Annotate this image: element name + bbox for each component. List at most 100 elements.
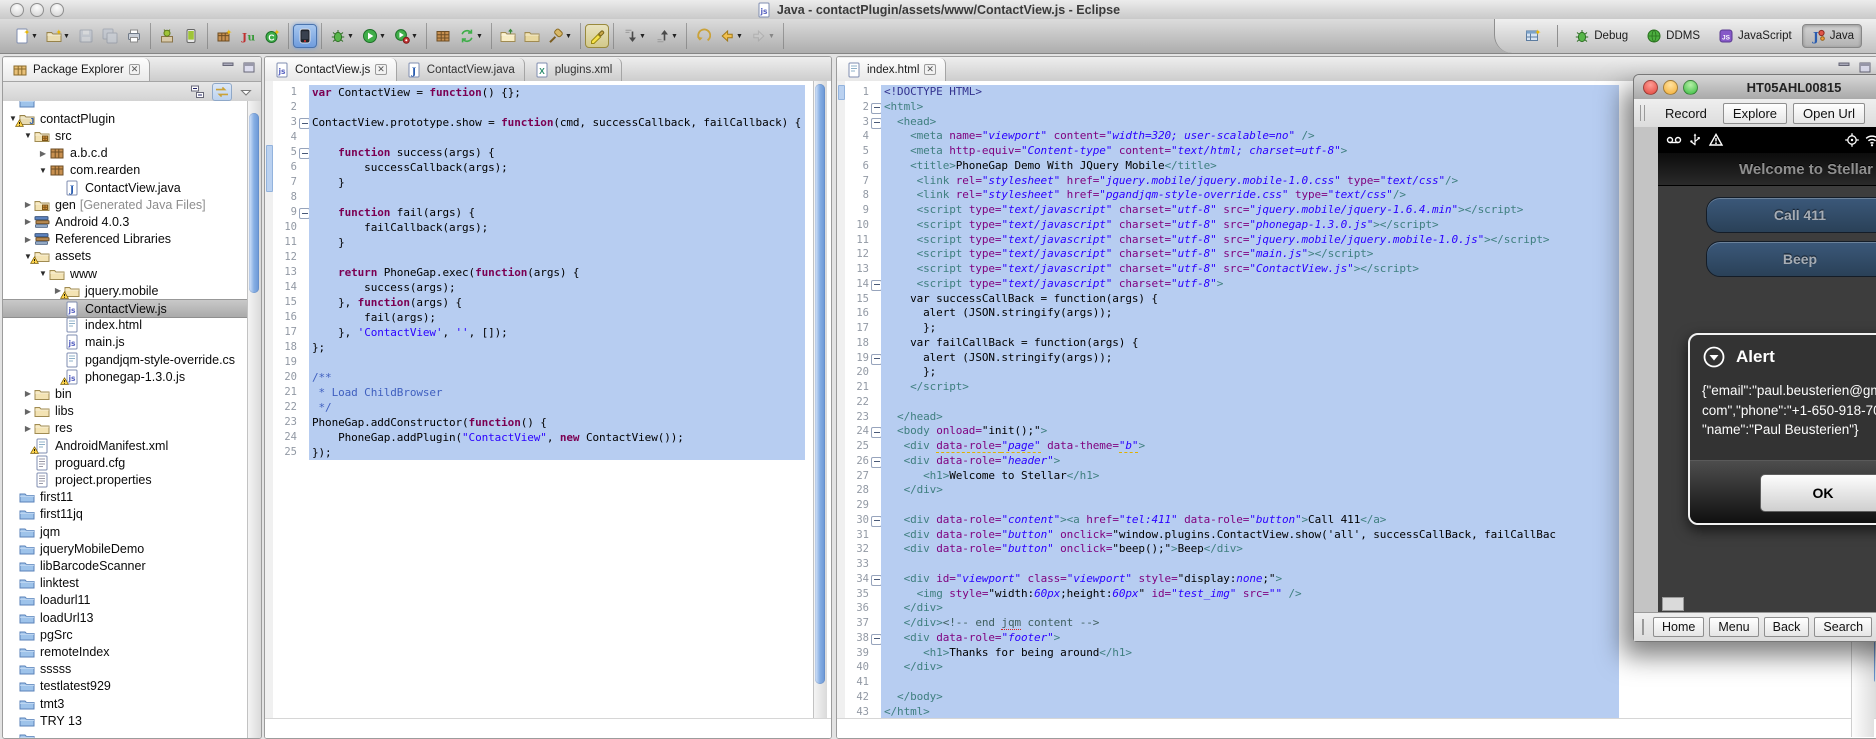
device-key-home[interactable]: Home (1653, 617, 1705, 637)
tree-item-try-13[interactable]: TRY 13 (3, 712, 248, 729)
tree-item-libbarcodescanner[interactable]: libBarcodeScanner (3, 557, 248, 574)
tree-item-first11[interactable]: first11 (3, 489, 248, 506)
android-sdk-manager-button[interactable] (155, 24, 179, 48)
chevron-down-icon[interactable]: ▼ (736, 33, 743, 40)
tab-plugins.xml[interactable]: Xplugins.xml (525, 58, 623, 81)
tree-item-index.html[interactable]: index.html (3, 317, 248, 334)
tree-item-loadurl13[interactable]: loadUrl13 (3, 609, 248, 626)
closed-folder-button[interactable] (520, 24, 544, 48)
ok-button[interactable]: OK (1760, 474, 1876, 512)
open-folder-button[interactable] (496, 24, 520, 48)
code-area[interactable]: <!DOCTYPE HTML> <html> <head> <meta name=… (881, 81, 1619, 738)
tree-item-jquery.mobile[interactable]: ▶ jquery.mobile (3, 282, 248, 299)
search-brush-button[interactable]: ▼ (544, 24, 576, 48)
collapsed-arrow-icon[interactable]: ▶ (22, 200, 34, 209)
tree-item-first11jq[interactable]: first11jq (3, 506, 248, 523)
new-wizard-button[interactable]: ✦ ▼ (10, 24, 42, 48)
new-project-button[interactable]: ✦ ▼ (42, 24, 74, 48)
tree-item-main.js[interactable]: js main.js (3, 334, 248, 351)
maximize-editor-icon[interactable] (1858, 61, 1872, 74)
device-key-search[interactable]: Search (1814, 617, 1873, 637)
prev-annotation-button[interactable]: ▼ (650, 24, 682, 48)
link-with-editor-button[interactable] (212, 82, 232, 101)
highlighter-button[interactable] (585, 24, 609, 48)
collapsed-arrow-icon[interactable]: ▶ (22, 424, 34, 433)
new-java-package-button[interactable]: ✦ (212, 24, 236, 48)
tree-item-testlatest929[interactable]: testlatest929 (3, 678, 248, 695)
chevron-down-icon[interactable]: ▼ (671, 33, 678, 40)
toolbar-drag-handle[interactable] (1642, 619, 1644, 635)
device-key-menu[interactable]: Menu (1709, 617, 1759, 637)
minimize-view-icon[interactable] (221, 61, 235, 74)
editor-scrollbar[interactable] (813, 81, 827, 738)
close-tab-icon[interactable]: ✕ (375, 64, 387, 75)
tree-item-libs[interactable]: ▶ libs (3, 403, 248, 420)
phone-button-beep[interactable]: Beep (1706, 241, 1876, 277)
collapsed-arrow-icon[interactable]: ▶ (37, 149, 49, 158)
print-button[interactable] (122, 24, 146, 48)
explore-button[interactable]: Explore (1722, 102, 1787, 124)
close-window-button[interactable] (1643, 80, 1658, 95)
expanded-arrow-icon[interactable]: ▼ (37, 166, 49, 175)
tree-item-pgandjqm-style-override.cs[interactable]: pgandjqm-style-override.cs (3, 351, 248, 368)
tree-item-src[interactable]: ▼ src (3, 127, 248, 144)
perspective-debug-button[interactable]: Debug (1566, 24, 1636, 48)
tab-contactview.js[interactable]: js ContactView.js ✕ (265, 58, 397, 81)
close-tab-icon[interactable]: ✕ (924, 64, 936, 75)
screen-capture-button[interactable] (293, 24, 317, 48)
chevron-down-icon[interactable]: ▼ (639, 33, 646, 40)
tree-item-proguard.cfg[interactable]: proguard.cfg (3, 454, 248, 471)
tree-item-loadurl11[interactable]: loadurl11 (3, 592, 248, 609)
perspective-javascript-button[interactable]: JS JavaScript (1710, 24, 1800, 48)
tree-item-contactview.js[interactable]: js ContactView.js (3, 299, 248, 319)
save-button[interactable] (74, 24, 98, 48)
chevron-down-icon[interactable]: ▼ (565, 33, 572, 40)
tree-item-linktest[interactable]: linktest (3, 575, 248, 592)
chevron-down-icon[interactable]: ▼ (476, 33, 483, 40)
device-window-titlebar[interactable]: HT05AHL00815 (1634, 75, 1876, 100)
tree-item-project.properties[interactable]: project.properties (3, 471, 248, 488)
collapsed-arrow-icon[interactable]: ▶ (22, 389, 34, 398)
run-history-button[interactable]: ▼ (390, 24, 422, 48)
perspective-ddms-button[interactable]: DDMS (1638, 24, 1708, 48)
maximize-view-icon[interactable] (242, 61, 256, 74)
collapsed-arrow-icon[interactable]: ▶ (22, 235, 34, 244)
tree-item-a.b.c.d[interactable]: ▶ a.b.c.d (3, 145, 248, 162)
tab-package-explorer[interactable]: Package Explorer ✕ (3, 58, 151, 81)
next-annotation-button[interactable]: ▼ (618, 24, 650, 48)
tree-item-android-4.0.3[interactable]: ▶ Android 4.0.3 (3, 213, 248, 230)
new-junit-test-button[interactable]: Ju (236, 24, 260, 48)
back-button[interactable]: ▼ (715, 24, 747, 48)
tree-item-www[interactable]: ▼ www (3, 265, 248, 282)
tree-item-jqm[interactable]: jqm (3, 523, 248, 540)
avd-manager-button[interactable] (179, 24, 203, 48)
tree-item-res[interactable]: ▶ res (3, 420, 248, 437)
open-url-button[interactable]: Open Url (1793, 102, 1866, 124)
perspective-java-button[interactable]: J Java (1801, 24, 1862, 48)
tree-item[interactable] (3, 101, 248, 110)
sync-button[interactable]: ▼ (455, 24, 487, 48)
toolbar-drag-handle[interactable] (1640, 105, 1645, 121)
tree-item-contactplugin[interactable]: ▼ JcontactPlugin (3, 110, 248, 127)
code-area[interactable]: var ContactView = function() {}; ContactV… (309, 81, 805, 738)
scrollbar-thumb[interactable] (815, 84, 825, 684)
debug-button[interactable]: ▼ (326, 24, 358, 48)
tree-item-sssss[interactable]: sssss (3, 661, 248, 678)
tree-item-androidmanifest.xml[interactable]: AndroidManifest.xml (3, 437, 248, 454)
view-menu-button[interactable] (236, 83, 256, 101)
collapsed-arrow-icon[interactable]: ▶ (22, 407, 34, 416)
last-edit-button[interactable] (691, 24, 715, 48)
chevron-down-icon[interactable]: ▼ (411, 33, 418, 40)
minimize-window-button[interactable] (1663, 80, 1678, 95)
open-perspective-button[interactable]: ✦ (1517, 24, 1549, 48)
expanded-arrow-icon[interactable]: ▼ (37, 269, 49, 278)
tree-scrollbar[interactable] (247, 101, 261, 738)
chevron-down-icon[interactable]: ▼ (347, 33, 354, 40)
new-java-class-button[interactable]: C ✦ (260, 24, 284, 48)
tree-item-assets[interactable]: ▼ assets (3, 248, 248, 265)
tree-item-pgsrc[interactable]: pgSrc (3, 626, 248, 643)
device-key-back[interactable]: Back (1763, 617, 1810, 637)
tree-item-jquerymobiledemo[interactable]: jqueryMobileDemo (3, 540, 248, 557)
chevron-down-icon[interactable]: ▼ (379, 33, 386, 40)
scrollbar-thumb[interactable] (249, 113, 259, 293)
